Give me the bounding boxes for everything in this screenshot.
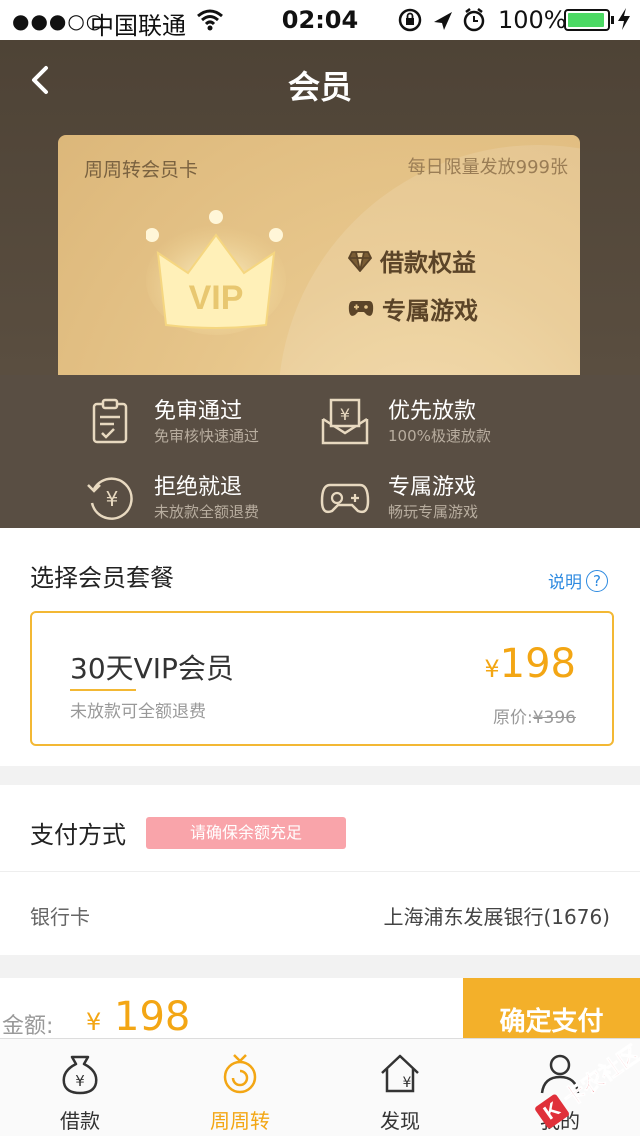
svg-text:卡农社区: 卡农社区 [559,1042,640,1112]
original-price: 原价:¥396 [493,708,576,728]
status-bar: ●●●○○ 中国联通 02:04 100% [0,0,640,40]
charging-icon [618,8,630,30]
plan-note: 未放款可全额退费 [70,702,206,722]
perks-panel: 免审通过 免审核快速通过 ¥ 优先放款 100%极速放款 ¥ 拒绝就退 未放款全… [0,375,640,528]
perk-free-review: 免审通过 免审核快速通过 [86,393,336,457]
svg-text:¥: ¥ [403,1075,412,1091]
bank-card-value[interactable]: 上海浦东发展银行(1676) [383,901,610,930]
tab-loan[interactable]: ¥ 借款 [0,1039,160,1136]
kanong-watermark-logo: K 卡农社区 [535,1042,640,1129]
card-name: 周周转会员卡 [84,159,199,181]
package-section: 选择会员套餐 说明 ? 30天VIP会员 未放款可全额退费 ¥198 原价:¥3… [0,528,640,766]
location-icon [434,12,452,30]
svg-text:¥: ¥ [340,405,350,424]
amount-label: 金额: [2,1014,54,1039]
payment-method-label: 银行卡 [30,905,90,929]
confirm-pay-button[interactable]: 确定支付 [463,978,640,1038]
money-envelope-icon: ¥ [321,398,369,445]
amount-value: ¥ 198 [86,994,191,1040]
perk-refund: ¥ 拒绝就退 未放款全额退费 [86,469,336,533]
member-header: 会员 周周转会员卡 每日限量发放999张 VIP 借款权益 专属游戏 [0,40,640,375]
status-icons [398,8,485,32]
svg-text:¥: ¥ [106,487,119,511]
tab-discover[interactable]: ¥ 发现 [320,1039,480,1136]
gamepad-icon [320,483,370,514]
daily-limit-note: 每日限量发放999张 [407,157,568,178]
payment-heading: 支付方式 [30,821,126,849]
battery-icon [564,9,614,31]
tab-weekly-turnover[interactable]: 周周转 [160,1039,320,1136]
house-yen-icon: ¥ [381,1054,419,1093]
payment-section: 支付方式 请确保余额充足 银行卡 上海浦东发展银行(1676) [0,785,640,955]
svg-text:¥: ¥ [75,1072,85,1090]
rotation-lock-icon [398,8,422,32]
money-bag-icon: ¥ [62,1055,98,1095]
refund-yen-icon: ¥ [87,477,133,520]
question-icon: ? [586,569,608,592]
page-title: 会员 [287,68,352,106]
clipboard-check-icon [92,398,128,444]
vip-text: VIP [189,279,244,317]
explain-link[interactable]: 说明 ? [548,568,608,593]
benefit-loan: 借款权益 [348,243,476,278]
coin-cycle-icon [223,1054,257,1094]
gamepad-icon [348,300,374,316]
perk-exclusive-game: 专属游戏 畅玩专属游戏 [320,469,570,533]
balance-tip-badge: 请确保余额充足 [146,817,346,849]
diamond-icon [348,250,372,272]
plan-name: 30天VIP会员 [70,652,234,685]
benefit-game: 专属游戏 [348,291,478,326]
package-heading: 选择会员套餐 [30,564,174,592]
plan-price: ¥198 [484,641,576,687]
alarm-icon [463,8,485,32]
vip-crown-icon: VIP [146,210,286,335]
member-card: 周周转会员卡 每日限量发放999张 VIP 借款权益 专属游戏 [58,135,580,375]
perk-priority-loan: ¥ 优先放款 100%极速放款 [320,393,570,457]
battery-percent: 100% [498,6,567,34]
plan-option-30day[interactable]: 30天VIP会员 未放款可全额退费 ¥198 原价:¥396 [30,611,614,746]
